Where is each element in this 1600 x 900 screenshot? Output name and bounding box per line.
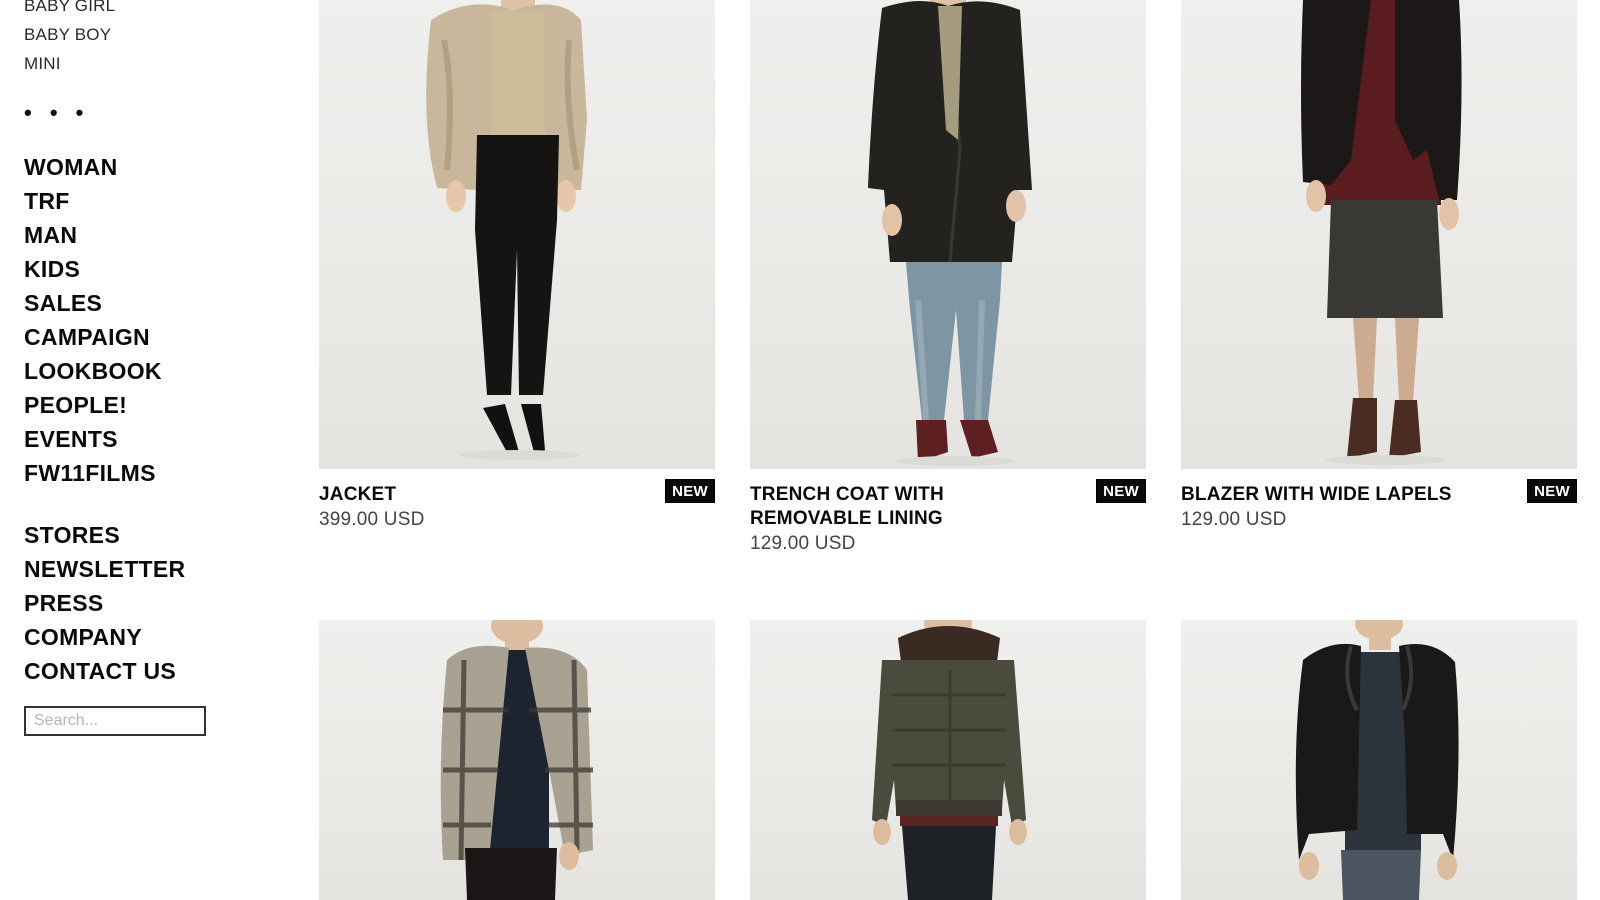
product-price: 129.00 USD xyxy=(1181,509,1287,530)
nav-item-kids[interactable]: KIDS xyxy=(24,256,80,283)
product-photo-trench-coat[interactable] xyxy=(750,0,1146,469)
nav-item-newsletter[interactable]: NEWSLETTER xyxy=(24,556,185,583)
product-photo-blazer[interactable] xyxy=(1181,0,1577,469)
nav-item-trf[interactable]: TRF xyxy=(24,188,70,215)
nav-item-woman[interactable]: WOMAN xyxy=(24,154,117,181)
product-photo-leather-jacket[interactable] xyxy=(1181,620,1577,900)
nav-separator: • • • xyxy=(24,100,90,125)
product-name[interactable]: TRENCH COAT WITH REMOVABLE LINING xyxy=(750,483,1020,531)
nav-item-baby-boy[interactable]: BABY BOY xyxy=(24,25,111,45)
product-price: 399.00 USD xyxy=(319,509,425,530)
product-name[interactable]: BLAZER WITH WIDE LAPELS xyxy=(1181,483,1481,507)
nav-item-baby-girl[interactable]: BABY GIRL xyxy=(24,0,115,16)
nav-item-campaign[interactable]: CAMPAIGN xyxy=(24,324,150,351)
new-badge: NEW xyxy=(665,479,715,503)
new-badge: NEW xyxy=(1096,479,1146,503)
nav-item-company[interactable]: COMPANY xyxy=(24,624,142,651)
nav-item-man[interactable]: MAN xyxy=(24,222,77,249)
nav-item-contact-us[interactable]: CONTACT US xyxy=(24,658,176,685)
page: BABY GIRL BABY BOY MINI • • • WOMAN TRF … xyxy=(0,0,1600,900)
search-input[interactable] xyxy=(24,706,206,736)
nav-item-lookbook[interactable]: LOOKBOOK xyxy=(24,358,162,385)
nav-item-sales[interactable]: SALES xyxy=(24,290,102,317)
new-badge: NEW xyxy=(1527,479,1577,503)
nav-item-mini[interactable]: MINI xyxy=(24,54,61,74)
nav-item-events[interactable]: EVENTS xyxy=(24,426,118,453)
nav-item-fw11films[interactable]: FW11FILMS xyxy=(24,460,156,487)
nav-item-press[interactable]: PRESS xyxy=(24,590,103,617)
product-name[interactable]: JACKET xyxy=(319,483,589,507)
product-price: 129.00 USD xyxy=(750,533,856,554)
nav-item-people[interactable]: PEOPLE! xyxy=(24,392,127,419)
nav-item-stores[interactable]: STORES xyxy=(24,522,120,549)
product-photo-plaid-coat[interactable] xyxy=(319,620,715,900)
product-photo-jacket[interactable] xyxy=(319,0,715,469)
product-photo-puffer-jacket[interactable] xyxy=(750,620,1146,900)
